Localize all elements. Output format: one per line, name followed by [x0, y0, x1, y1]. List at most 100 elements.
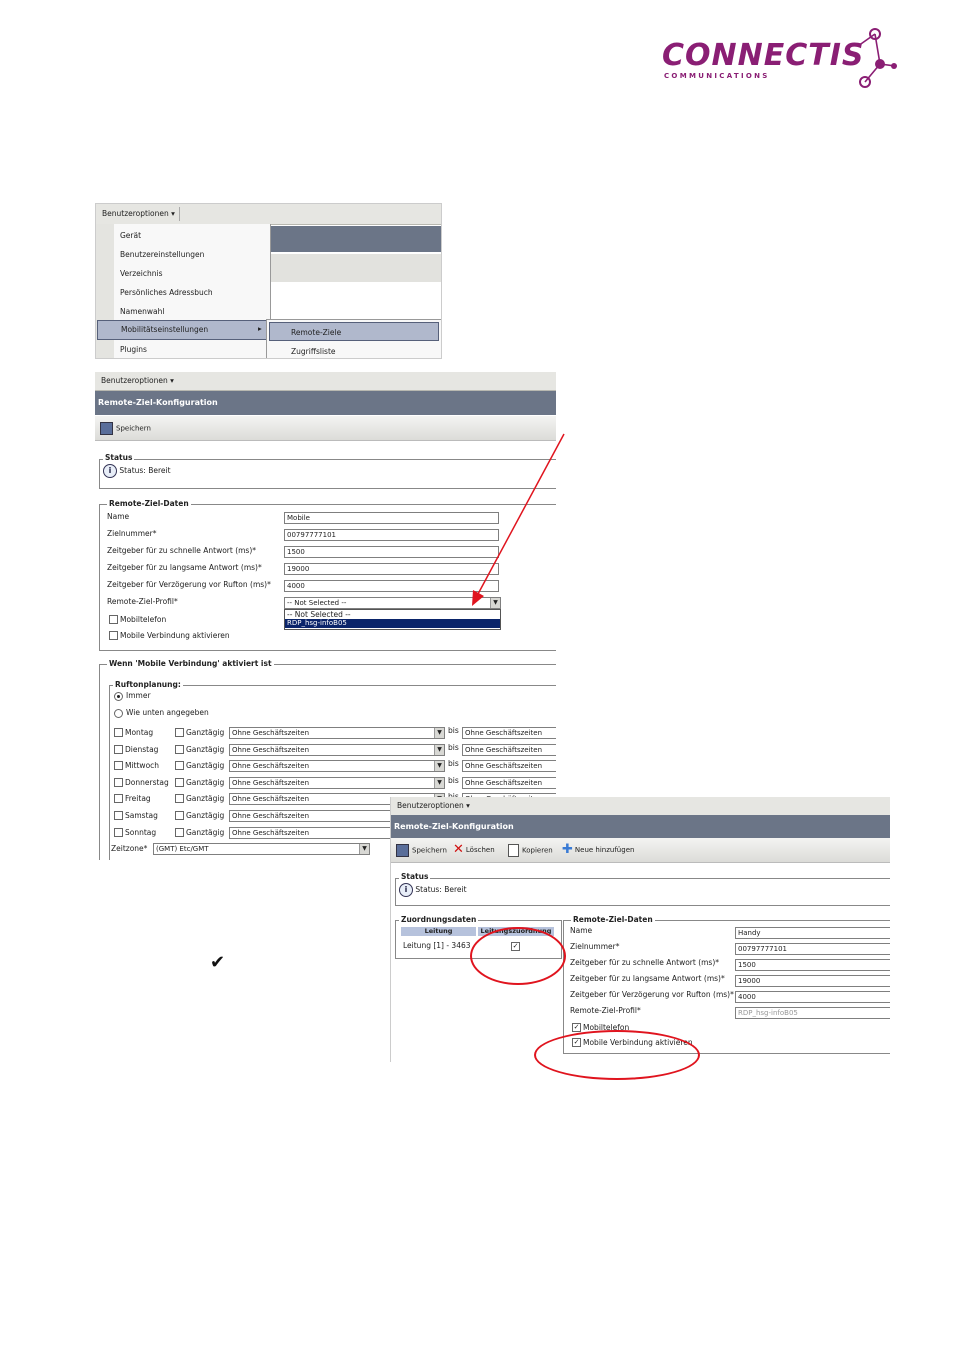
benutzeroptionen-menu[interactable]: Benutzeroptionen ▾	[98, 207, 180, 221]
add-new-button[interactable]: ✚ Neue hinzufügen	[562, 842, 634, 857]
hours-to-select[interactable]: Ohne Geschäftszeiten	[462, 760, 556, 773]
menu-item-plugins[interactable]: Plugins	[120, 345, 147, 354]
name-input[interactable]: Handy	[735, 927, 890, 939]
day-checkbox[interactable]	[114, 777, 123, 787]
day-label: Mittwoch	[125, 761, 160, 771]
day-checkbox[interactable]	[114, 794, 123, 804]
label-always: Immer	[126, 691, 151, 700]
bis-label: bis	[448, 726, 459, 735]
data-legend: Remote-Ziel-Daten	[107, 499, 191, 508]
menu-item-geraet[interactable]: Gerät	[120, 231, 141, 240]
option-rdp[interactable]: RDP_hsg-infoB05	[285, 619, 500, 628]
hours-from-select[interactable]: Ohne Geschäftszeiten▼	[229, 760, 445, 773]
delete-button[interactable]: ✕ Löschen	[453, 843, 495, 856]
logo-subtitle: COMMUNICATIONS	[664, 72, 770, 80]
hours-to-select[interactable]: Ohne Geschäftszeiten	[462, 727, 556, 739]
allday-label: Ganztägig	[186, 761, 225, 771]
allday-checkbox[interactable]	[175, 744, 184, 754]
option-not-selected[interactable]: -- Not Selected --	[287, 610, 351, 619]
status-legend: Status	[103, 453, 135, 462]
day-checkbox[interactable]	[114, 827, 123, 837]
bis-label: bis	[448, 775, 459, 785]
when-legend: Wenn 'Mobile Verbindung' aktiviert ist	[107, 659, 274, 668]
allday-label: Ganztägig	[186, 777, 225, 787]
dropdown-menu: Gerät Benutzereinstellungen Verzeichnis …	[96, 224, 271, 358]
plus-icon: ✚	[562, 842, 573, 857]
submenu-item-zugriffsliste[interactable]: Zugriffsliste	[291, 347, 336, 356]
mobile-checkbox[interactable]: ✓	[572, 1023, 581, 1032]
label-timezone: Zeitzone*	[111, 844, 148, 853]
menu-item-benutzereinstellungen[interactable]: Benutzereinstellungen	[120, 250, 204, 259]
radio-always[interactable]	[114, 692, 123, 701]
chevron-down-icon: ▼	[434, 744, 444, 755]
number-input[interactable]: 00797777101	[735, 943, 890, 955]
delay-input[interactable]: 4000	[735, 991, 890, 1003]
day-checkbox[interactable]	[114, 744, 123, 754]
day-checkbox[interactable]	[114, 728, 123, 737]
page-title: Remote-Ziel-Konfiguration	[95, 391, 556, 415]
menu-item-verzeichnis[interactable]: Verzeichnis	[120, 269, 163, 278]
hours-from-select[interactable]: Ohne Geschäftszeiten▼	[229, 776, 445, 789]
menu-item-mobilitaet[interactable]: Mobilitätseinstellungen ▸	[97, 320, 271, 340]
label-fast: Zeitgeber für zu schnelle Antwort (ms)*	[570, 958, 720, 967]
day-label: Sonntag	[125, 827, 157, 837]
menu-screenshot: Benutzeroptionen ▾ Gerät Benutzereinstel…	[95, 203, 442, 359]
copy-icon	[508, 844, 519, 857]
highlight-ellipse-enable	[534, 1030, 700, 1080]
allday-checkbox[interactable]	[175, 794, 184, 804]
highlight-ellipse-assign	[470, 927, 566, 985]
allday-label: Ganztägig	[186, 744, 225, 754]
copy-button[interactable]: Kopieren	[508, 844, 553, 857]
radio-below[interactable]	[114, 709, 123, 718]
save-button[interactable]: Speichern	[396, 844, 447, 857]
day-label: Freitag	[125, 794, 151, 804]
hours-to-select[interactable]: Ohne Geschäftszeiten	[462, 743, 556, 756]
info-icon: i	[399, 883, 413, 897]
logo-word: CONNECTIS	[662, 38, 865, 73]
day-label: Donnerstag	[125, 777, 169, 787]
label-below: Wie unten angegeben	[126, 708, 209, 717]
status-legend: Status	[399, 872, 431, 881]
label-name: Name	[107, 512, 130, 521]
logo-network-icon	[857, 28, 897, 88]
bg-titlebar	[271, 226, 441, 252]
day-label: Dienstag	[125, 744, 159, 754]
submenu: Remote-Ziele Zugriffsliste	[266, 319, 441, 358]
label-number: Zielnummer*	[570, 942, 620, 951]
bis-label: bis	[448, 742, 459, 752]
menu-item-namenwahl[interactable]: Namenwahl	[120, 307, 164, 316]
menu-item-adressbuch[interactable]: Persönliches Adressbuch	[120, 288, 213, 297]
ring-legend: Ruftonplanung:	[113, 680, 183, 689]
menu-bar: Benutzeroptionen ▾	[95, 372, 556, 391]
page-title: Remote-Ziel-Konfiguration	[391, 815, 890, 839]
bis-label: bis	[448, 759, 459, 769]
allday-checkbox[interactable]	[175, 827, 184, 837]
hours-to-select[interactable]: Ohne Geschäftszeiten	[462, 776, 556, 789]
allday-checkbox[interactable]	[175, 728, 184, 737]
label-slow: Zeitgeber für zu langsame Antwort (ms)*	[107, 563, 262, 572]
allday-label: Ganztägig	[186, 811, 225, 820]
allday-label: Ganztägig	[186, 728, 225, 737]
hours-from-select[interactable]: Ohne Geschäftszeiten▼	[229, 727, 445, 739]
hours-from-select[interactable]: Ohne Geschäftszeiten▼	[229, 743, 445, 756]
day-checkbox[interactable]	[114, 811, 123, 820]
timezone-select[interactable]: (GMT) Etc/GMT ▼	[153, 843, 370, 855]
enable-checkbox[interactable]	[109, 631, 118, 640]
day-checkbox[interactable]	[114, 761, 123, 771]
day-label: Samstag	[125, 811, 158, 820]
label-mobile: Mobiltelefon	[120, 615, 167, 624]
submenu-item-remote-ziele[interactable]: Remote-Ziele	[269, 322, 439, 341]
allday-checkbox[interactable]	[175, 761, 184, 771]
benutzeroptionen-menu[interactable]: Benutzeroptionen ▾	[97, 374, 178, 388]
allday-checkbox[interactable]	[175, 811, 184, 820]
save-button[interactable]: Speichern	[100, 422, 151, 435]
submenu-arrow-icon: ▸	[258, 324, 262, 333]
benutzeroptionen-menu[interactable]: Benutzeroptionen ▾	[393, 799, 474, 813]
chevron-down-icon: ▼	[434, 761, 444, 772]
mobile-checkbox[interactable]	[109, 615, 118, 624]
chevron-down-icon: ▼	[359, 844, 369, 854]
profile-input[interactable]: RDP_hsg-infoB05	[735, 1007, 890, 1019]
allday-checkbox[interactable]	[175, 777, 184, 787]
slow-input[interactable]: 19000	[735, 975, 890, 987]
fast-input[interactable]: 1500	[735, 959, 890, 971]
